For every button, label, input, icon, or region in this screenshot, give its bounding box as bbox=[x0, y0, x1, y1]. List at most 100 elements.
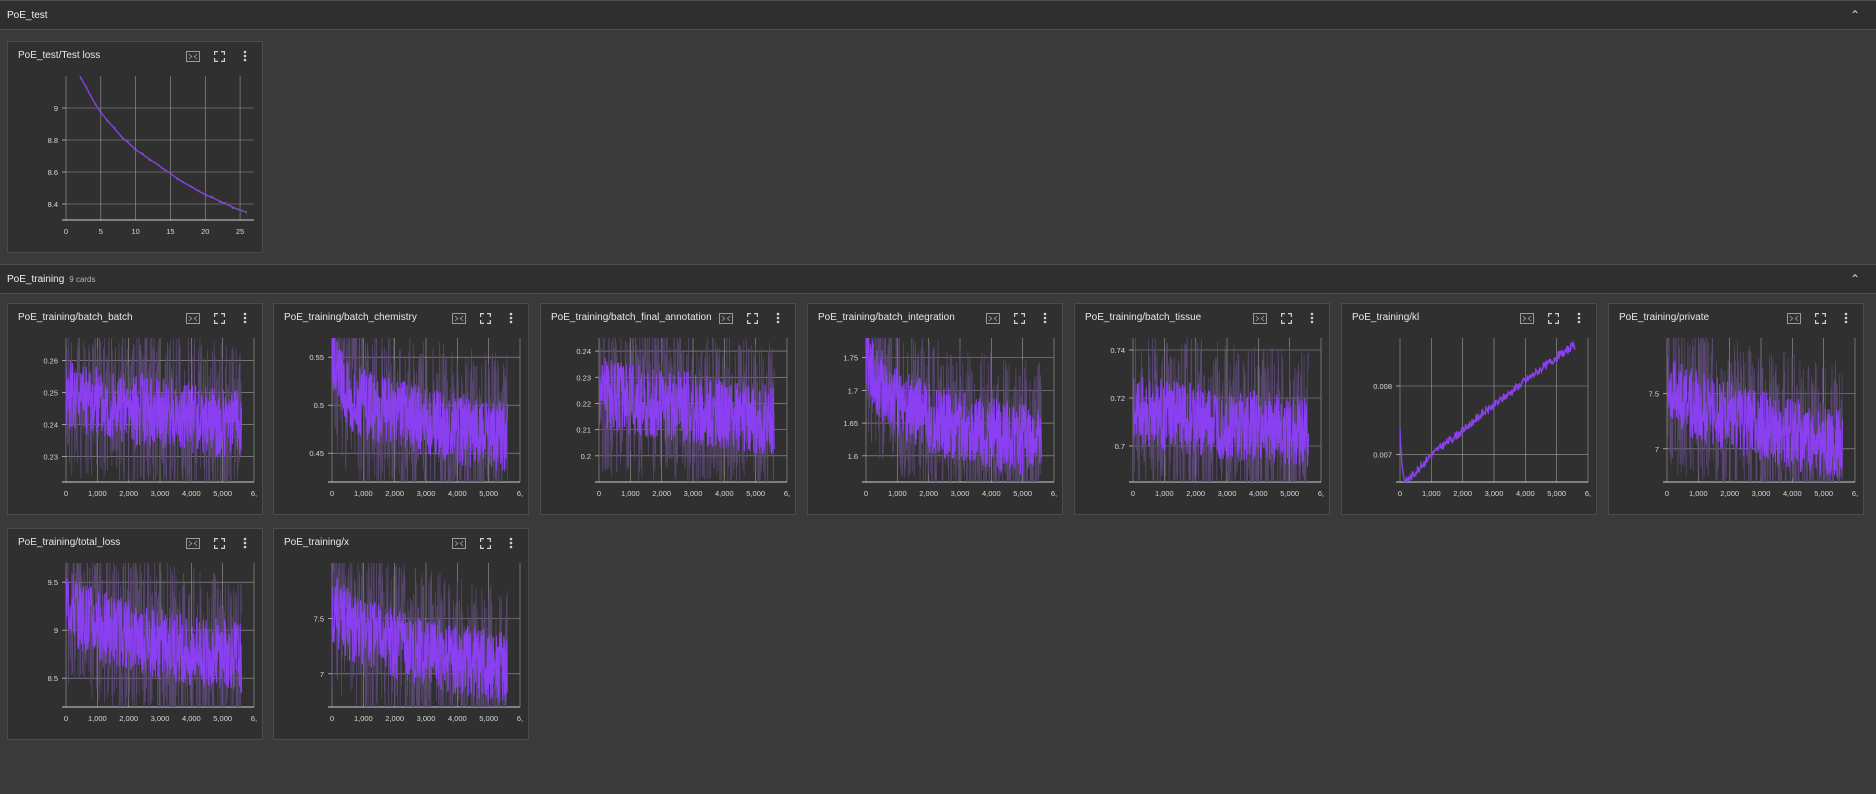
y-tick-label: 1.75 bbox=[843, 354, 858, 363]
y-tick-label: 1.65 bbox=[843, 419, 858, 428]
chart-plot[interactable]: 0 1,000 2,000 3,000 4,000 5,000 6, 0.7 0.72 0.74 bbox=[1075, 332, 1329, 514]
chart-card: PoE_test/Test loss 0 5 10 15 20 25 8.4 8.6 8.8 9 bbox=[7, 41, 263, 253]
more-vert-icon[interactable] bbox=[502, 311, 520, 325]
fit-domain-icon[interactable] bbox=[984, 311, 1002, 325]
y-tick-label: 0.2 bbox=[581, 452, 591, 461]
x-tick-label: 2,000 bbox=[119, 489, 138, 498]
y-tick-label: 1.7 bbox=[848, 386, 858, 395]
series-line bbox=[79, 76, 248, 213]
y-tick-label: 7 bbox=[320, 670, 324, 679]
fit-domain-icon[interactable] bbox=[717, 311, 735, 325]
chart-plot[interactable]: 0 1,000 2,000 3,000 4,000 5,000 6, 1.6 1.65 1.7 1.… bbox=[808, 332, 1062, 514]
fullscreen-icon[interactable] bbox=[1010, 311, 1028, 325]
chart-plot[interactable]: 0 5 10 15 20 25 8.4 8.6 8.8 9 bbox=[8, 70, 262, 252]
x-tick-label: 25 bbox=[236, 227, 244, 236]
x-tick-label: 1,000 bbox=[354, 489, 373, 498]
y-tick-label: 0.24 bbox=[576, 347, 591, 356]
x-tick-label: 2,000 bbox=[1720, 489, 1739, 498]
card-toolbar bbox=[984, 311, 1054, 325]
more-vert-icon[interactable] bbox=[236, 311, 254, 325]
x-tick-label: 3,000 bbox=[684, 489, 703, 498]
more-vert-icon[interactable] bbox=[1303, 311, 1321, 325]
fit-domain-icon[interactable] bbox=[1785, 311, 1803, 325]
x-tick-label: 2,000 bbox=[652, 489, 671, 498]
x-tick-label: 3,000 bbox=[151, 714, 170, 723]
more-vert-icon[interactable] bbox=[236, 49, 254, 63]
x-tick-label: 15 bbox=[166, 227, 174, 236]
card-toolbar bbox=[450, 536, 520, 550]
more-vert-icon[interactable] bbox=[769, 311, 787, 325]
y-tick-label: 0.74 bbox=[1110, 346, 1125, 355]
x-tick-label: 0 bbox=[1131, 489, 1135, 498]
chart-plot[interactable]: 0 1,000 2,000 3,000 4,000 5,000 6, 7 7.5 bbox=[274, 557, 528, 739]
series-raw-line bbox=[79, 77, 248, 214]
y-tick-label: 8.5 bbox=[48, 674, 58, 683]
more-vert-icon[interactable] bbox=[236, 536, 254, 550]
fit-domain-icon[interactable] bbox=[184, 536, 202, 550]
chart-plot[interactable]: 0 1,000 2,000 3,000 4,000 5,000 6, 0.45 0.5 0.55 bbox=[274, 332, 528, 514]
fullscreen-icon[interactable] bbox=[210, 49, 228, 63]
chart-card: PoE_training/batch_tissue 0 1,000 2,000 3,00… bbox=[1074, 303, 1330, 515]
card-title: PoE_training/batch_chemistry bbox=[284, 312, 417, 323]
x-tick-label: 3,000 bbox=[1485, 489, 1504, 498]
more-vert-icon[interactable] bbox=[1036, 311, 1054, 325]
x-tick-label: 0 bbox=[64, 489, 68, 498]
fullscreen-icon[interactable] bbox=[210, 536, 228, 550]
x-tick-label: 6, bbox=[1852, 489, 1858, 498]
fullscreen-icon[interactable] bbox=[210, 311, 228, 325]
x-tick-label: 5,000 bbox=[479, 489, 498, 498]
fit-domain-icon[interactable] bbox=[184, 311, 202, 325]
collapse-icon[interactable]: ⌃ bbox=[1848, 8, 1862, 22]
more-vert-icon[interactable] bbox=[1570, 311, 1588, 325]
card-title: PoE_training/kl bbox=[1352, 312, 1420, 323]
x-tick-label: 3,000 bbox=[417, 714, 436, 723]
x-tick-label: 5,000 bbox=[1013, 489, 1032, 498]
y-tick-label: 7 bbox=[1655, 445, 1659, 454]
collapse-icon[interactable]: ⌃ bbox=[1848, 272, 1862, 286]
series-line bbox=[1400, 339, 1576, 482]
x-tick-label: 4,000 bbox=[1783, 489, 1802, 498]
y-tick-label: 0.21 bbox=[576, 426, 591, 435]
fullscreen-icon[interactable] bbox=[1544, 311, 1562, 325]
chart-plot[interactable]: 0 1,000 2,000 3,000 4,000 5,000 6, 8.5 9 9.5 bbox=[8, 557, 262, 739]
fullscreen-icon[interactable] bbox=[476, 536, 494, 550]
x-tick-label: 20 bbox=[201, 227, 209, 236]
fit-domain-icon[interactable] bbox=[450, 311, 468, 325]
x-tick-label: 6, bbox=[1585, 489, 1591, 498]
card-toolbar bbox=[717, 311, 787, 325]
more-vert-icon[interactable] bbox=[1837, 311, 1855, 325]
y-tick-label: 0.23 bbox=[43, 452, 58, 461]
fullscreen-icon[interactable] bbox=[476, 311, 494, 325]
y-tick-label: 9 bbox=[54, 626, 58, 635]
chart-plot[interactable]: 0 1,000 2,000 3,000 4,000 5,000 6, 0.23 0.24 0.25… bbox=[8, 332, 262, 514]
card-title: PoE_training/batch_batch bbox=[18, 312, 133, 323]
more-vert-icon[interactable] bbox=[502, 536, 520, 550]
y-tick-label: 0.72 bbox=[1110, 394, 1125, 403]
fullscreen-icon[interactable] bbox=[1811, 311, 1829, 325]
chart-plot[interactable]: 0 1,000 2,000 3,000 4,000 5,000 6, 0.007 0.008 bbox=[1342, 332, 1596, 514]
fit-domain-icon[interactable] bbox=[450, 536, 468, 550]
x-tick-label: 1,000 bbox=[88, 489, 107, 498]
y-tick-label: 0.5 bbox=[314, 401, 324, 410]
x-tick-label: 3,000 bbox=[951, 489, 970, 498]
fit-domain-icon[interactable] bbox=[1251, 311, 1269, 325]
chart-plot[interactable]: 0 1,000 2,000 3,000 4,000 5,000 6, 7 7.5 bbox=[1609, 332, 1863, 514]
fullscreen-icon[interactable] bbox=[1277, 311, 1295, 325]
x-tick-label: 0 bbox=[330, 714, 334, 723]
chart-card: PoE_training/kl 0 1,000 2,000 3,000 4,000 5,00… bbox=[1341, 303, 1597, 515]
chart-plot[interactable]: 0 1,000 2,000 3,000 4,000 5,000 6, 0.2 0.21 0.22 0… bbox=[541, 332, 795, 514]
chart-card: PoE_training/x 0 1,000 2,000 3,000 4,000 5,000… bbox=[273, 528, 529, 740]
x-tick-label: 0 bbox=[597, 489, 601, 498]
x-tick-label: 2,000 bbox=[119, 714, 138, 723]
fit-domain-icon[interactable] bbox=[184, 49, 202, 63]
y-tick-label: 8.8 bbox=[48, 136, 58, 145]
section-header-poe-test[interactable]: PoE_test ⌃ bbox=[0, 0, 1876, 30]
x-tick-label: 3,000 bbox=[1218, 489, 1237, 498]
fullscreen-icon[interactable] bbox=[743, 311, 761, 325]
fit-domain-icon[interactable] bbox=[1518, 311, 1536, 325]
x-tick-label: 0 bbox=[1665, 489, 1669, 498]
section-header-poe-training[interactable]: PoE_training 9 cards ⌃ bbox=[0, 264, 1876, 294]
y-tick-label: 0.007 bbox=[1373, 451, 1392, 460]
y-tick-label: 9 bbox=[54, 104, 58, 113]
chart-card: PoE_training/batch_integration 0 1,000 2,00… bbox=[807, 303, 1063, 515]
